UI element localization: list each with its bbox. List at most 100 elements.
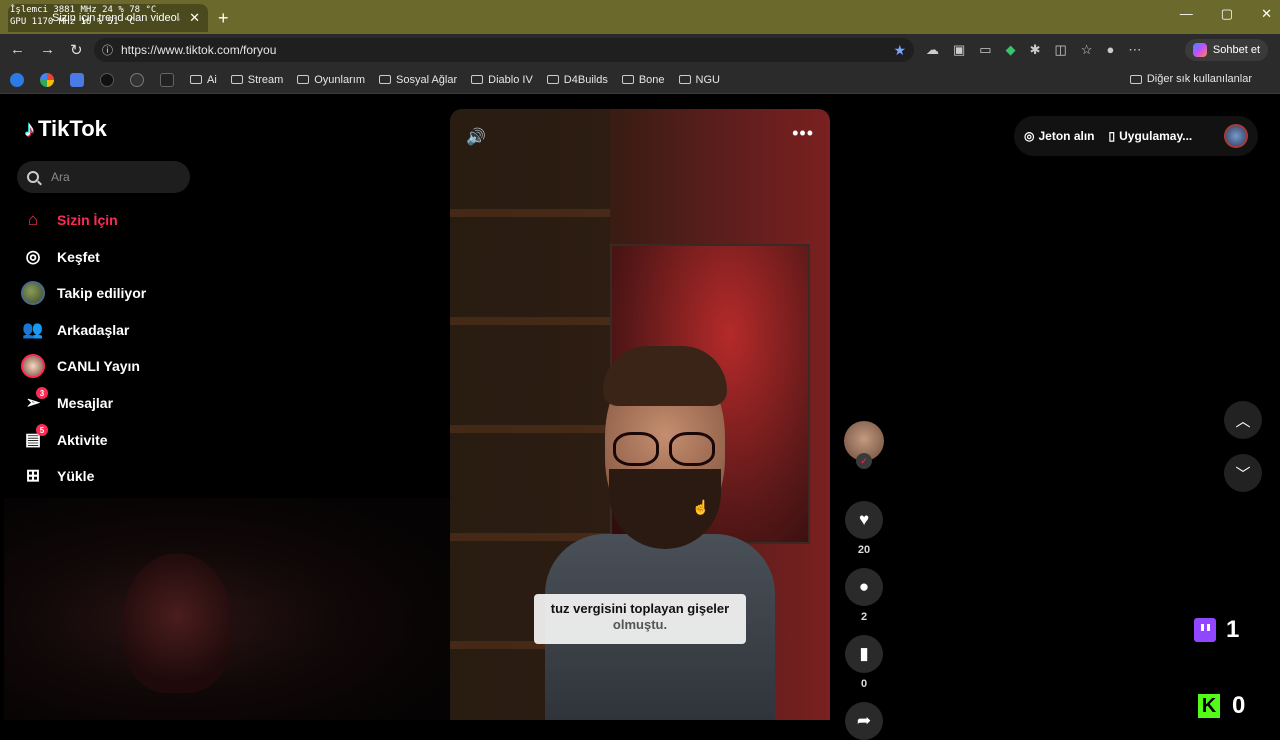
bookmark-folder[interactable]: Ai	[190, 74, 217, 86]
shield-icon[interactable]: ◆	[1006, 42, 1016, 58]
bookmark-bluesky-icon[interactable]	[10, 72, 24, 87]
bookmark-folder[interactable]: Diablo IV	[471, 74, 533, 86]
more-options-icon[interactable]: •••	[792, 123, 814, 144]
save-count: 0	[860, 678, 868, 690]
bookmark-folder[interactable]: Stream	[230, 74, 283, 86]
search-input[interactable]: Ara	[17, 161, 190, 193]
video-actions: ✓ ♥ 20 ● 2 ▮ 0 ➦	[842, 421, 886, 740]
get-coins-button[interactable]: ◎ Jeton alın	[1024, 129, 1095, 143]
copilot-chat-button[interactable]: Sohbet et	[1184, 39, 1268, 61]
logo-text: TikTok	[38, 116, 107, 141]
share-button[interactable]: ➦	[845, 702, 883, 740]
activity-badge: 5	[36, 424, 48, 436]
comment-icon: ●	[858, 577, 870, 596]
bookmark-google-icon[interactable]	[40, 72, 54, 87]
webcam-overlay	[4, 498, 450, 720]
bookmark-folder[interactable]: Bone	[621, 74, 665, 86]
tiktok-page: ♪ TikTok Ara ⌂ Sizin İçin ◎ Keşfet Takip…	[4, 96, 1276, 740]
bookmark-translate-icon[interactable]	[70, 72, 84, 87]
folder-icon	[1129, 74, 1142, 84]
search-icon	[27, 171, 39, 183]
bookmark-folder[interactable]: NGU	[678, 74, 720, 86]
kick-count: 0	[1232, 692, 1246, 719]
like-count: 20	[857, 544, 871, 556]
video-presenter	[545, 346, 775, 720]
bookmarks-bar: Ai Stream Oyunlarım Sosyal Ağlar Diablo …	[0, 66, 1280, 94]
tab-close-icon[interactable]: ✕	[189, 10, 200, 26]
tiktok-note-icon: ♪	[24, 116, 35, 141]
address-bar-row: ← → ↻ ⓘ https://www.tiktok.com/foryou ★ …	[0, 34, 1280, 66]
sidebar-item-activity[interactable]: ▤ 5 Aktivite	[20, 424, 108, 455]
heart-icon: ♥	[858, 510, 870, 529]
other-bookmarks-folder[interactable]: Diğer sık kullanılanlar	[1129, 73, 1252, 85]
bookmark-folder[interactable]: Oyunlarım	[297, 74, 365, 86]
copilot-icon	[1192, 43, 1207, 57]
bookmark-site-icon[interactable]	[160, 72, 174, 87]
volume-icon[interactable]: 🔊	[466, 127, 486, 147]
reload-icon[interactable]: ↻	[70, 41, 83, 59]
site-info-icon[interactable]: ⓘ	[102, 42, 113, 58]
maximize-icon[interactable]: ▢	[1221, 6, 1233, 22]
folder-icon	[471, 75, 484, 84]
video-player[interactable]: 🔊 ••• tuz vergisini toplayan gişeler olm…	[450, 109, 830, 720]
sidebar-item-for-you[interactable]: ⌂ Sizin İçin	[20, 205, 118, 235]
get-app-button[interactable]: ▯ Uygulamay...	[1109, 129, 1193, 143]
search-placeholder: Ara	[51, 170, 70, 184]
bookmark-reload-icon[interactable]	[130, 72, 144, 87]
follow-check-icon[interactable]: ✓	[856, 453, 872, 469]
mouse-cursor-icon: ☝	[692, 499, 710, 515]
chevron-down-icon: ﹀	[1235, 465, 1251, 483]
profile-avatar[interactable]	[1224, 124, 1248, 148]
cpu-stats: İşlemci 3881 MHz 24 % 78 °C	[10, 5, 157, 15]
forward-icon[interactable]: →	[40, 41, 55, 58]
comment-button[interactable]: ●	[845, 568, 883, 606]
bookmark-icon: ▮	[859, 644, 869, 663]
new-tab-icon[interactable]: +	[218, 8, 229, 29]
following-avatar	[21, 281, 45, 305]
folder-icon	[190, 75, 202, 84]
sidebar-item-live[interactable]: CANLI Yayın	[20, 351, 140, 381]
favorite-star-icon[interactable]: ★	[893, 42, 906, 59]
activity-icon: ▤ 5	[20, 424, 48, 453]
sidebar-item-messages[interactable]: ➢ 3 Mesajlar	[20, 387, 113, 418]
save-button[interactable]: ▮	[845, 635, 883, 673]
folder-icon	[230, 75, 243, 84]
coin-icon: ◎	[1024, 129, 1035, 143]
home-icon: ⌂	[27, 210, 39, 229]
upload-icon: ⊞	[25, 466, 41, 485]
url-input[interactable]: ⓘ https://www.tiktok.com/foryou ★	[94, 38, 914, 62]
close-window-icon[interactable]: ✕	[1261, 6, 1272, 22]
top-right-actions: ◎ Jeton alın ▯ Uygulamay...	[1014, 116, 1258, 156]
like-button[interactable]: ♥	[845, 501, 883, 539]
cloud-icon[interactable]: ☁	[926, 42, 939, 58]
sidebar-item-upload[interactable]: ⊞ Yükle	[20, 461, 94, 491]
twitch-count: 1	[1226, 616, 1240, 643]
minimize-icon[interactable]: —	[1180, 6, 1193, 22]
profile-icon[interactable]: ●	[1106, 42, 1114, 58]
hardware-stats-overlay: İşlemci 3881 MHz 24 % 78 °C GPU 1170 MHz…	[10, 4, 156, 28]
sidebar-item-following[interactable]: Takip ediliyor	[20, 278, 146, 308]
gpu-stats: GPU 1170 MHz 16 % 51 °C	[10, 17, 135, 27]
more-icon[interactable]: ⋯	[1128, 42, 1141, 58]
bookmark-tiktok-icon[interactable]	[100, 72, 114, 87]
bookmark-folder[interactable]: D4Builds	[546, 74, 608, 86]
favorites-icon[interactable]: ☆	[1081, 42, 1093, 58]
streamer-face	[122, 553, 232, 693]
friends-icon: 👥	[22, 320, 44, 339]
folder-icon	[297, 75, 310, 84]
previous-video-button[interactable]: ︿	[1224, 401, 1262, 439]
folder-icon	[621, 75, 634, 84]
extension-icon[interactable]: ▣	[953, 42, 965, 58]
sidebar-item-explore[interactable]: ◎ Keşfet	[20, 242, 100, 272]
messages-badge: 3	[36, 387, 48, 399]
puzzle-icon[interactable]: ✱	[1030, 42, 1041, 58]
tiktok-logo[interactable]: ♪ TikTok	[24, 116, 107, 142]
back-icon[interactable]: ←	[10, 41, 25, 58]
screen-icon[interactable]: ▭	[979, 42, 991, 58]
creator-avatar[interactable]: ✓	[844, 421, 884, 469]
bookmark-folder[interactable]: Sosyal Ağlar	[379, 74, 457, 86]
split-screen-icon[interactable]: ◫	[1055, 42, 1067, 58]
messages-icon: ➢ 3	[20, 387, 48, 416]
next-video-button[interactable]: ﹀	[1224, 454, 1262, 492]
sidebar-item-friends[interactable]: 👥 Arkadaşlar	[20, 315, 129, 345]
